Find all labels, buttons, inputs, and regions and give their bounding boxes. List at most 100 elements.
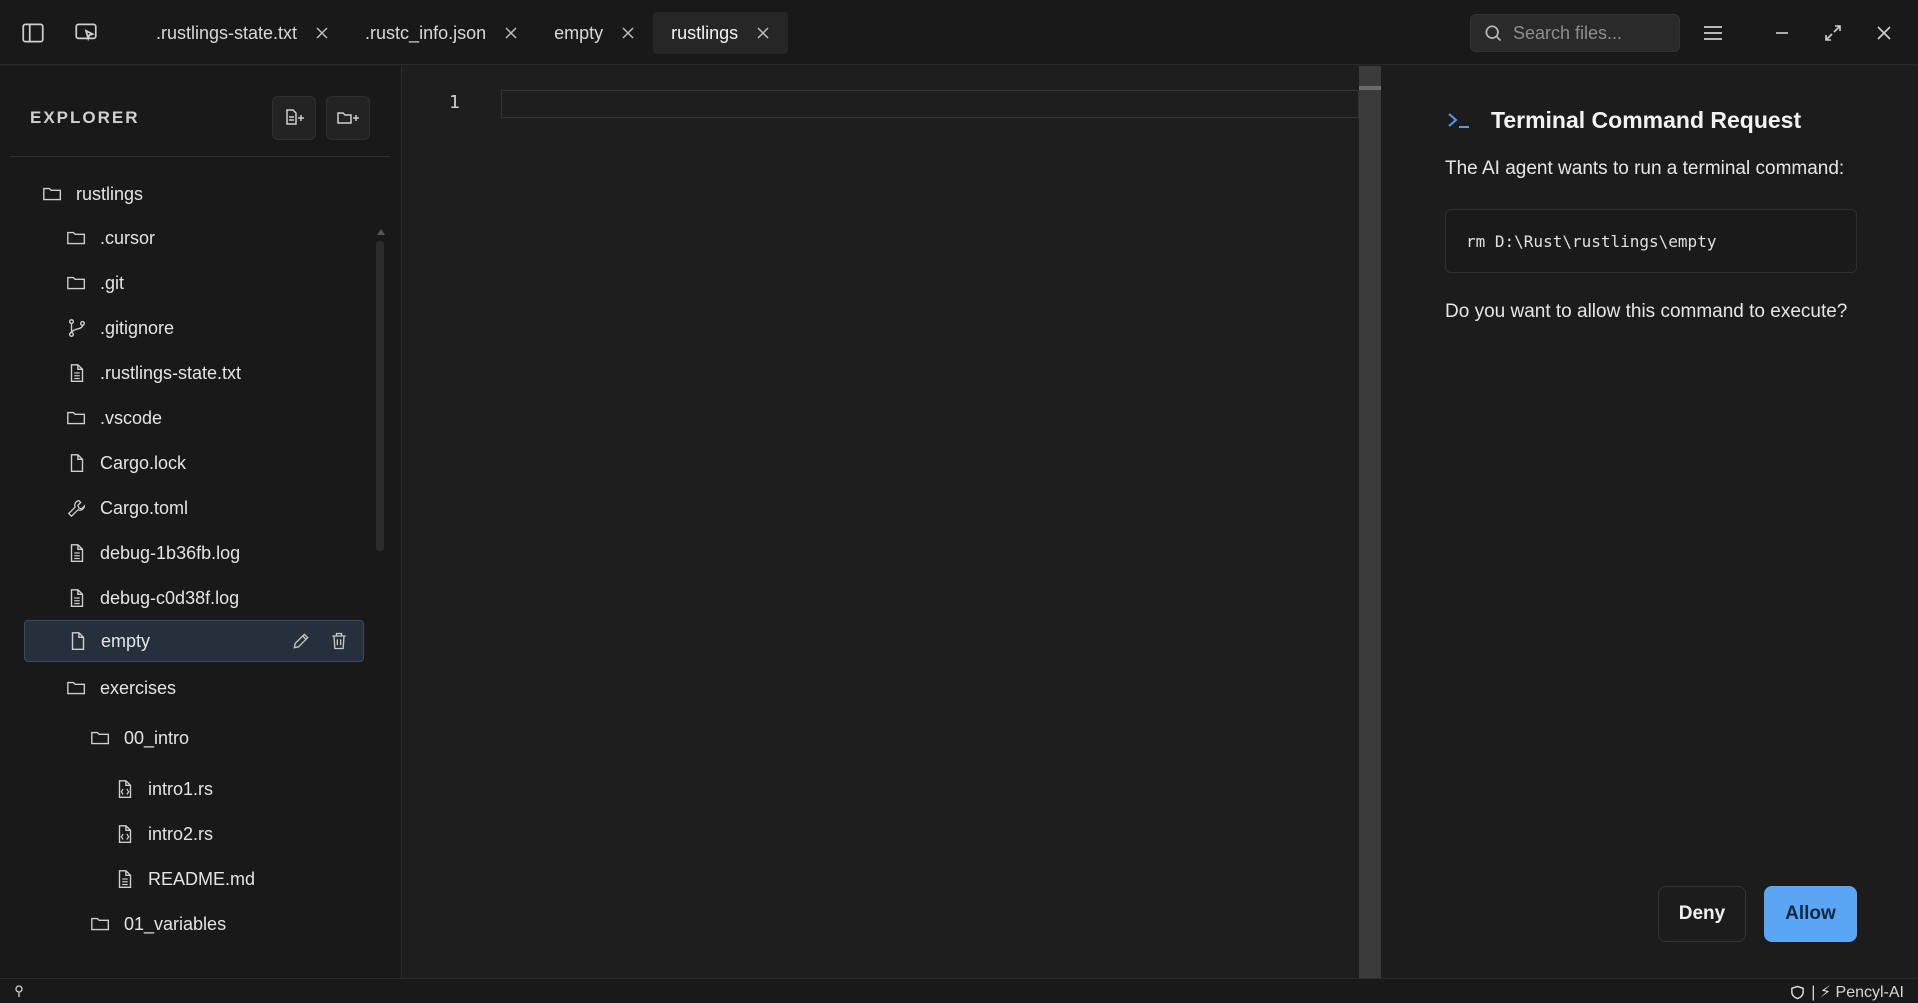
new-folder-icon bbox=[337, 112, 359, 124]
code-editor[interactable]: 1 bbox=[403, 66, 1381, 978]
terminal-request-panel: Terminal Command Request The AI agent wa… bbox=[1381, 66, 1918, 978]
tree-item-label: exercises bbox=[100, 677, 177, 698]
tree-item[interactable]: .rustlings-state.txt bbox=[66, 352, 241, 394]
tab-rustlings-state[interactable]: .rustlings-state.txt bbox=[138, 12, 347, 54]
brand-label: | ⚡ Pencyl-AI bbox=[1811, 984, 1904, 1001]
tree-item-label: .rustlings-state.txt bbox=[100, 362, 242, 383]
tree-item[interactable]: debug-1b36fb.log bbox=[66, 532, 240, 574]
folder-icon bbox=[91, 731, 110, 745]
close-icon[interactable] bbox=[756, 26, 770, 40]
tree-item-label: .git bbox=[100, 272, 125, 293]
tree-item-label: intro1.rs bbox=[148, 778, 214, 799]
tree-item[interactable]: exercises bbox=[66, 667, 176, 709]
file-text-icon bbox=[70, 589, 84, 607]
command-box: rm D:\Rust\rustlings\empty bbox=[1445, 209, 1857, 273]
tree-item-label: empty bbox=[101, 630, 151, 651]
tab-label: empty bbox=[554, 22, 604, 43]
tree-item[interactable]: debug-c0d38f.log bbox=[66, 577, 239, 619]
current-line-highlight[interactable] bbox=[501, 90, 1359, 118]
tab-empty[interactable]: empty bbox=[536, 12, 653, 54]
panel-header: Terminal Command Request bbox=[1445, 106, 1801, 134]
folder-icon bbox=[67, 231, 86, 245]
search-box[interactable] bbox=[1470, 14, 1680, 52]
new-file-icon bbox=[286, 109, 304, 125]
agent-cursor-icon[interactable] bbox=[73, 20, 99, 46]
tree-item-label: debug-c0d38f.log bbox=[100, 587, 240, 608]
minimize-icon[interactable] bbox=[1771, 22, 1793, 44]
tree-item[interactable]: .git bbox=[66, 262, 124, 304]
tree-item-label: .gitignore bbox=[100, 317, 175, 338]
git-branch-icon bbox=[68, 319, 86, 337]
menu-icon[interactable] bbox=[1702, 22, 1724, 44]
folder-icon bbox=[43, 187, 62, 201]
deny-button[interactable]: Deny bbox=[1658, 886, 1746, 942]
file-code-icon bbox=[118, 825, 132, 843]
search-icon bbox=[1485, 25, 1502, 42]
tree-item[interactable]: 01_variables bbox=[90, 903, 226, 945]
delete-trash-icon[interactable] bbox=[329, 631, 349, 651]
tree-item-label: Cargo.toml bbox=[100, 497, 189, 518]
tree-item-label: .cursor bbox=[100, 227, 156, 248]
panel-description: The AI agent wants to run a terminal com… bbox=[1445, 158, 1845, 179]
folder-icon bbox=[67, 276, 86, 290]
title-bar: .rustlings-state.txt .rustc_info.json em… bbox=[0, 0, 1918, 65]
tree-item-label: README.md bbox=[148, 868, 256, 889]
rename-pencil-icon[interactable] bbox=[291, 631, 311, 651]
tree-item-label: 01_variables bbox=[124, 913, 227, 934]
folder-icon bbox=[67, 681, 86, 695]
editor-scrollbar[interactable] bbox=[1359, 66, 1381, 978]
tree-item[interactable]: .cursor bbox=[66, 217, 155, 259]
file-text-icon bbox=[118, 870, 132, 888]
tree-item-label: .vscode bbox=[100, 407, 163, 428]
row-actions bbox=[291, 631, 349, 651]
tab-label: .rustlings-state.txt bbox=[156, 22, 298, 43]
tab-rustlings[interactable]: rustlings bbox=[653, 12, 789, 54]
tab-label: .rustc_info.json bbox=[365, 22, 487, 43]
explorer-divider bbox=[10, 156, 390, 157]
explorer-scrollbar[interactable] bbox=[376, 241, 384, 551]
panel-title: Terminal Command Request bbox=[1491, 106, 1802, 133]
tree-item[interactable]: intro2.rs bbox=[114, 813, 213, 855]
file-icon bbox=[70, 454, 84, 472]
tree-item[interactable]: Cargo.toml bbox=[66, 487, 188, 529]
search-input[interactable] bbox=[1513, 22, 1673, 44]
close-icon[interactable] bbox=[504, 26, 518, 40]
maximize-icon[interactable] bbox=[1822, 22, 1844, 44]
tree-item[interactable]: .gitignore bbox=[66, 307, 174, 349]
panel-question: Do you want to allow this command to exe… bbox=[1445, 301, 1848, 322]
file-tree: rustlings .cursor .git .gitignore .rustlings… bbox=[0, 161, 390, 973]
tree-item[interactable]: .vscode bbox=[66, 397, 162, 439]
close-window-icon[interactable] bbox=[1873, 22, 1895, 44]
tree-item[interactable]: 00_intro bbox=[90, 717, 189, 759]
tree-item-label: debug-1b36fb.log bbox=[100, 542, 241, 563]
file-code-icon bbox=[118, 780, 132, 798]
new-file-button[interactable] bbox=[272, 96, 316, 140]
tree-item[interactable]: empty bbox=[24, 620, 364, 662]
tree-item[interactable]: README.md bbox=[114, 858, 255, 900]
tree-item-label: intro2.rs bbox=[148, 823, 214, 844]
allow-button[interactable]: Allow bbox=[1764, 886, 1857, 942]
tree-item[interactable]: rustlings bbox=[42, 173, 143, 215]
status-right: | ⚡ Pencyl-AI bbox=[1790, 982, 1904, 1002]
close-icon[interactable] bbox=[315, 26, 329, 40]
new-folder-button[interactable] bbox=[326, 96, 370, 140]
tree-item-label: Cargo.lock bbox=[100, 452, 187, 473]
close-icon[interactable] bbox=[621, 26, 635, 40]
shield-icon[interactable] bbox=[1790, 985, 1805, 1000]
tab-rustc-info[interactable]: .rustc_info.json bbox=[347, 12, 536, 54]
tree-item[interactable]: Cargo.lock bbox=[66, 442, 186, 484]
tree-item-label: rustlings bbox=[76, 183, 144, 204]
line-number: 1 bbox=[449, 92, 460, 113]
folder-icon bbox=[67, 411, 86, 425]
sidebar-toggle-icon[interactable] bbox=[20, 20, 46, 46]
editor-scrollbar-marker bbox=[1359, 86, 1381, 90]
tree-item[interactable]: intro1.rs bbox=[114, 768, 213, 810]
folder-icon bbox=[91, 917, 110, 931]
pin-icon[interactable] bbox=[12, 984, 26, 998]
explorer-title: EXPLORER bbox=[30, 108, 140, 127]
terminal-icon bbox=[1448, 113, 1469, 128]
scroll-up-arrow[interactable] bbox=[377, 229, 385, 235]
tab-label: rustlings bbox=[671, 22, 739, 43]
tree-item-label: 00_intro bbox=[124, 727, 190, 748]
tab-bar: .rustlings-state.txt .rustc_info.json em… bbox=[138, 12, 789, 54]
